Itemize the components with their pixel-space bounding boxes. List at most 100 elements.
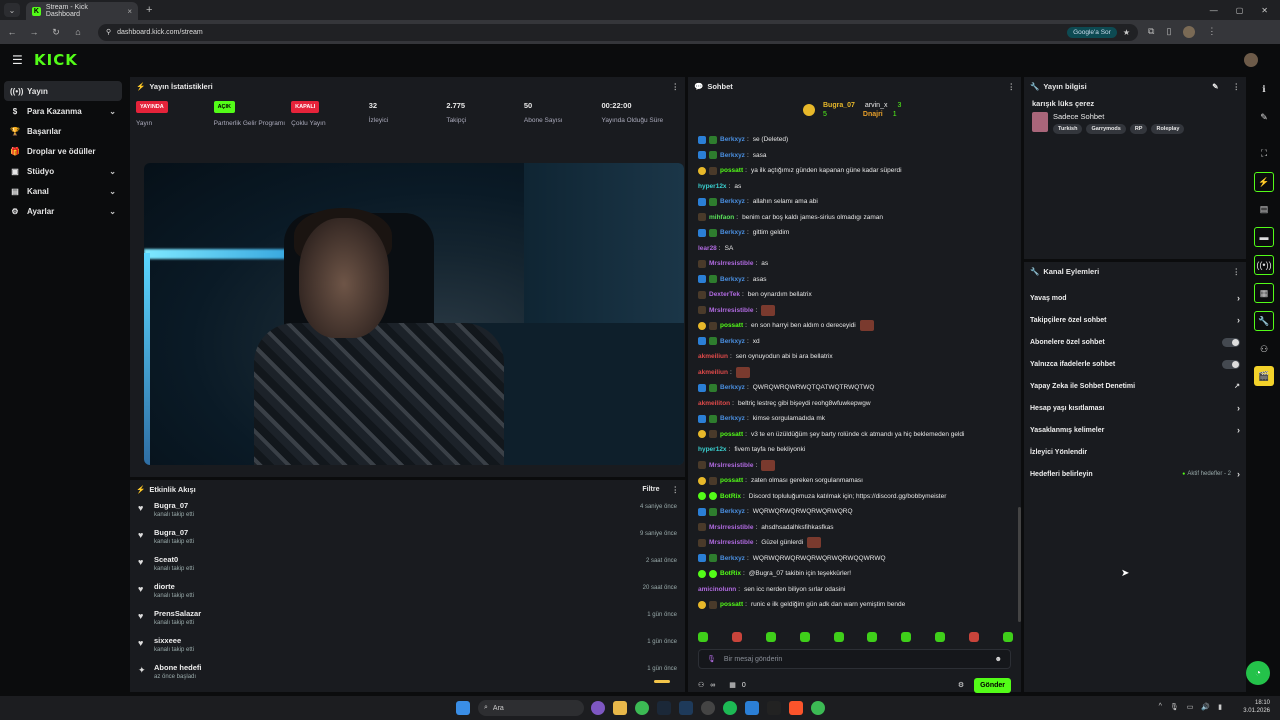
channel-action-item[interactable]: Hesap yaşı kısıtlaması › [1024, 397, 1246, 419]
tag-chip[interactable]: Garrymods [1086, 124, 1126, 134]
sidebar-item-4[interactable]: ▣ Stüdyo ⌄ [4, 161, 122, 181]
back-icon[interactable]: ← [6, 27, 18, 37]
info-icon[interactable]: ℹ [1254, 79, 1274, 99]
broadcast-rail-icon[interactable]: ((•)) [1254, 255, 1274, 275]
channel-action-item[interactable]: İzleyici Yönlendir [1024, 441, 1246, 463]
vscode-icon[interactable] [745, 701, 759, 715]
chat-username[interactable]: Mrslrresistible [709, 307, 753, 314]
sidebar-item-2[interactable]: 🏆 Başarılar [4, 121, 122, 141]
chevron-right-icon[interactable]: › [1237, 469, 1240, 479]
top-user-1[interactable]: Bugra_07 [823, 102, 855, 109]
chat-username[interactable]: akmeiliun [698, 353, 728, 360]
browser-tab[interactable]: K Stream - Kick Dashboard × [26, 2, 138, 20]
external-link-icon[interactable]: ↗ [1234, 382, 1240, 390]
toggle-switch[interactable] [1222, 359, 1240, 369]
kebab-menu-icon[interactable]: ⋮ [1008, 82, 1016, 91]
reload-icon[interactable]: ↻ [50, 27, 62, 38]
kebab-menu-icon[interactable]: ⋮ [672, 485, 680, 494]
feed-item[interactable]: ♥ sixxeee kanalı takip etti 1 gün önce [130, 633, 685, 660]
gift-icon[interactable]: ▦ [729, 681, 736, 689]
notion-icon[interactable] [767, 701, 781, 715]
sidepanel-icon[interactable]: ▯ [1166, 26, 1171, 38]
channel-action-item[interactable]: Abonelere özel sohbet [1024, 331, 1246, 353]
channel-action-item[interactable]: Yalnızca ifadelerle sohbet [1024, 353, 1246, 375]
sidebar-item-1[interactable]: $ Para Kazanma ⌄ [4, 101, 122, 121]
feed-item[interactable]: ♥ Bugra_07 kanalı takip etti 4 saniye önce [130, 498, 685, 525]
windows-start-icon[interactable] [456, 701, 470, 715]
sidebar-item-6[interactable]: ⚙ Ayarlar ⌄ [4, 201, 122, 221]
chat-username[interactable]: Berkxyz [720, 415, 745, 422]
chat-username[interactable]: DexterTek [709, 291, 740, 298]
mic-tray-icon[interactable]: 🎙 [1170, 703, 1179, 711]
filter-button[interactable]: Filtre [642, 486, 659, 493]
bookmark-star-icon[interactable]: ★ [1123, 28, 1130, 37]
chrome-active-icon[interactable] [811, 701, 825, 715]
feed-item[interactable]: ♥ diorte kanalı takip etti 20 saat önce [130, 579, 685, 606]
tag-chip[interactable]: Roleplay [1151, 124, 1185, 134]
chat-rail-icon[interactable]: ▬ [1254, 227, 1274, 247]
quick-emote[interactable] [833, 632, 844, 642]
forward-icon[interactable]: → [28, 27, 40, 37]
site-info-icon[interactable]: ⚲ [106, 28, 111, 36]
extensions-icon[interactable]: ⧉ [1148, 26, 1154, 38]
quick-emote[interactable] [1002, 632, 1013, 642]
chevron-down-icon[interactable]: ⌄ [109, 107, 116, 116]
sidebar-item-3[interactable]: 🎁 Droplar ve ödüller [4, 141, 122, 161]
chat-username[interactable]: Berkxyz [720, 276, 745, 283]
channel-action-item[interactable]: Takipçilere özel sohbet › [1024, 309, 1246, 331]
clipboard-icon[interactable]: ▤ [1254, 199, 1274, 219]
top-user-3[interactable]: Dnajri [863, 111, 883, 118]
chat-username[interactable]: Berkxyz [720, 508, 745, 515]
sidebar-item-0[interactable]: ((•)) Yayın [4, 81, 122, 101]
chat-input[interactable]: 🎙 Bir mesaj gönderin ☻ [698, 649, 1011, 669]
top-user-2[interactable]: arvin_x [865, 102, 888, 109]
hamburger-menu-icon[interactable]: ☰ [12, 53, 26, 67]
chat-username[interactable]: lear28 [698, 245, 717, 252]
chat-username[interactable]: Mrslrresistible [709, 260, 753, 267]
chat-settings-icon[interactable]: ⚙ [958, 681, 964, 689]
quick-emote[interactable] [698, 632, 708, 642]
clapper-icon[interactable]: 🎬 [1254, 366, 1274, 386]
app-icon-3[interactable] [701, 701, 715, 715]
tray-chevron-icon[interactable]: ^ [1159, 703, 1162, 711]
kebab-menu-icon[interactable]: ⋮ [1233, 82, 1241, 91]
chat-username[interactable]: akmeiliun [698, 369, 728, 376]
chevron-right-icon[interactable]: › [1237, 403, 1240, 413]
feed-item[interactable]: ♥ Sceat0 kanalı takip etti 2 saat önce [130, 552, 685, 579]
spotify-icon[interactable] [723, 701, 737, 715]
profile-avatar[interactable] [1183, 26, 1196, 38]
minimize-icon[interactable]: — [1210, 6, 1218, 15]
chat-username[interactable]: Berkxyz [720, 229, 745, 236]
tag-chip[interactable]: RP [1129, 124, 1148, 134]
stats-rail-icon[interactable]: ▦ [1254, 283, 1274, 303]
chat-username[interactable]: Mrslrresistible [709, 539, 753, 546]
chat-username[interactable]: possatt [720, 167, 743, 174]
chat-username[interactable]: Berkxyz [720, 152, 745, 159]
chat-username[interactable]: hyper12x [698, 183, 727, 190]
channel-action-item[interactable]: Yavaş mod › [1024, 287, 1246, 309]
kebab-menu-icon[interactable]: ⋮ [672, 82, 680, 91]
close-window-icon[interactable]: ✕ [1261, 6, 1268, 15]
chevron-right-icon[interactable]: › [1237, 425, 1240, 435]
google-sor-button[interactable]: Google'a Sor [1067, 26, 1117, 38]
taskbar-search[interactable]: ⌕ Ara [478, 700, 584, 716]
toggle-switch[interactable] [1222, 337, 1240, 347]
users-icon[interactable]: ⚇ [698, 681, 704, 689]
chat-username[interactable]: BotRix [720, 493, 741, 500]
quick-emote[interactable] [935, 632, 946, 642]
maximize-icon[interactable]: ▢ [1236, 6, 1244, 15]
volume-icon[interactable]: 🔊 [1201, 703, 1210, 711]
user-avatar[interactable] [1244, 52, 1258, 67]
chat-username[interactable]: possatt [720, 322, 743, 329]
emoji-icon[interactable]: ☻ [995, 656, 1002, 663]
chat-username[interactable]: hyper12x [698, 446, 727, 453]
wrench-rail-icon[interactable]: 🔧 [1254, 311, 1274, 331]
steam-icon[interactable] [657, 701, 671, 715]
tab-list-icon[interactable]: ⌄ [4, 3, 20, 17]
home-icon[interactable]: ⌂ [72, 27, 84, 37]
video-preview[interactable] [144, 163, 684, 465]
app-icon-2[interactable] [679, 701, 693, 715]
channel-action-item[interactable]: Yapay Zeka ile Sohbet Denetimi ↗ [1024, 375, 1246, 397]
browser-menu-icon[interactable]: ⋮ [1207, 26, 1216, 38]
tab-close-icon[interactable]: × [127, 7, 132, 16]
